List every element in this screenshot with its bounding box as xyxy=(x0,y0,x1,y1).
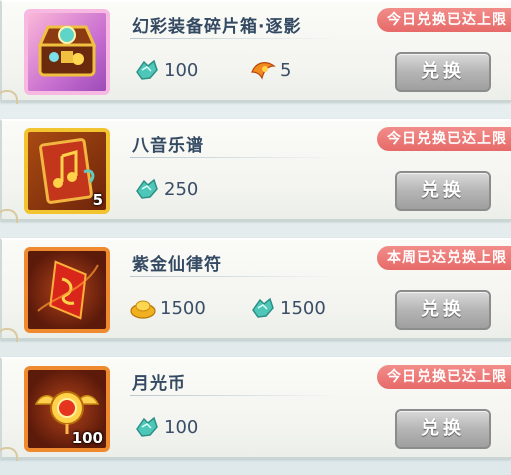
jade-currency-icon xyxy=(252,297,274,318)
title-divider xyxy=(130,157,340,158)
item-icon-equipment-chest[interactable] xyxy=(24,9,110,95)
exchange-button[interactable]: 兑换 xyxy=(395,52,491,92)
item-name: 紫金仙律符 xyxy=(132,255,222,275)
gold-ingot-currency-icon xyxy=(130,300,156,319)
item-icon-music-score[interactable]: 5 xyxy=(24,128,110,214)
item-icon-talisman[interactable] xyxy=(24,247,110,333)
title-divider xyxy=(130,276,340,277)
treasure-chest-icon xyxy=(37,25,97,77)
cost-jade: 100 xyxy=(134,415,198,439)
cost-jade: 1500 xyxy=(250,296,326,320)
shop-item-card: 紫金仙律符 本周已达兑换上限 1500 1500 兑换 xyxy=(0,238,511,342)
limit-reached-badge: 今日兑换已达上限 xyxy=(377,127,511,151)
exchange-button[interactable]: 兑换 xyxy=(395,290,491,330)
limit-reached-badge: 今日兑换已达上限 xyxy=(377,8,511,32)
limit-reached-badge: 今日兑换已达上限 xyxy=(377,365,511,389)
item-name: 幻彩装备碎片箱·逐影 xyxy=(132,17,302,37)
item-icon-moonlight-coin[interactable]: 100 xyxy=(24,366,110,452)
cost-phoenix-feather: 5 xyxy=(250,58,291,82)
cost-amount: 100 xyxy=(164,416,199,438)
title-divider xyxy=(130,395,340,396)
item-quantity: 5 xyxy=(92,191,103,209)
shop-item-card: 幻彩装备碎片箱·逐影 今日兑换已达上限 100 5 兑换 xyxy=(0,0,511,104)
cost-amount: 250 xyxy=(164,178,199,200)
title-divider xyxy=(130,38,340,39)
jade-currency-icon xyxy=(136,178,158,199)
item-name: 月光币 xyxy=(132,374,186,394)
cost-jade: 250 xyxy=(134,177,198,201)
cost-amount: 1500 xyxy=(160,297,206,319)
cost-amount: 5 xyxy=(280,59,292,81)
item-quantity: 100 xyxy=(71,429,103,447)
exchange-button[interactable]: 兑换 xyxy=(395,409,491,449)
phoenix-feather-currency-icon xyxy=(251,62,276,80)
shop-item-card: 100 月光币 今日兑换已达上限 100 兑换 xyxy=(0,357,511,461)
limit-reached-badge: 本周已达兑换上限 xyxy=(377,246,511,270)
jade-currency-icon xyxy=(136,59,158,80)
shop-item-card: 5 八音乐谱 今日兑换已达上限 250 兑换 xyxy=(0,119,511,223)
cost-amount: 100 xyxy=(164,59,199,81)
cost-amount: 1500 xyxy=(280,297,326,319)
cost-gold-ingot: 1500 xyxy=(130,296,206,320)
cost-jade: 100 xyxy=(134,58,198,82)
exchange-button[interactable]: 兑换 xyxy=(395,171,491,211)
jade-currency-icon xyxy=(136,416,158,437)
item-name: 八音乐谱 xyxy=(132,136,204,156)
talisman-scroll-icon xyxy=(37,260,99,320)
